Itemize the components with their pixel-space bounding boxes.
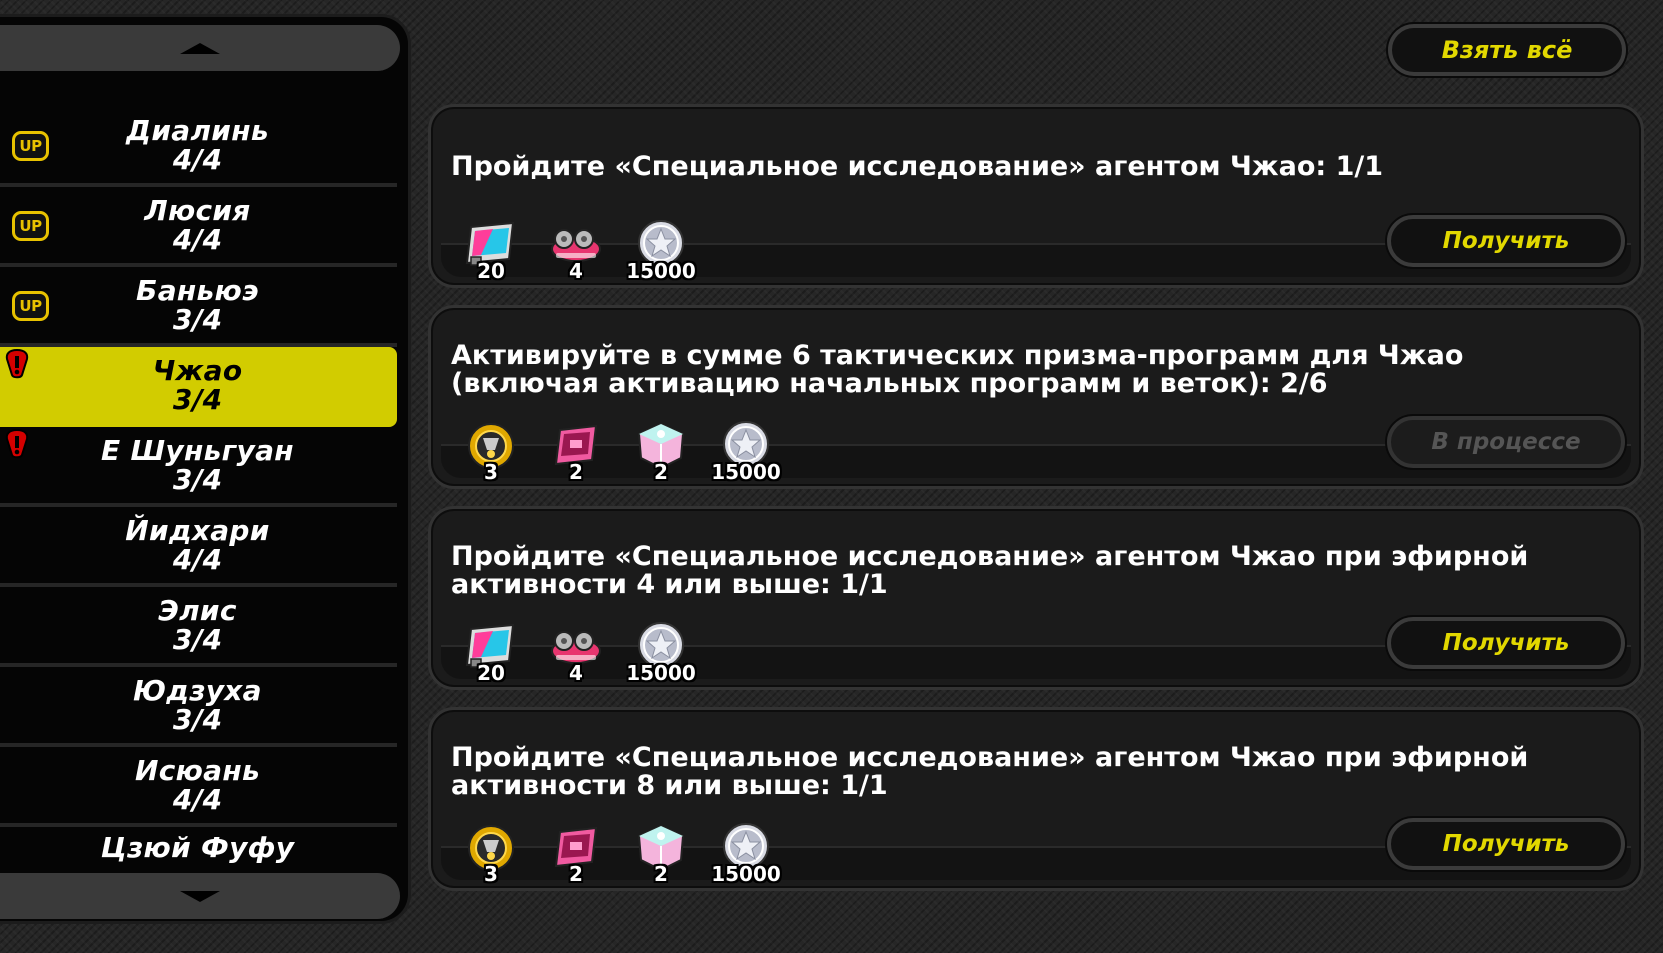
reward-item[interactable]: 20	[453, 219, 538, 283]
scroll-down-button[interactable]	[0, 873, 400, 919]
agent-name: Чжао	[152, 354, 243, 387]
task-list: Пройдите «Специальное исследование» аген…	[428, 104, 1644, 908]
agent-progress: 4/4	[172, 543, 223, 576]
claim-button[interactable]: Получить	[1387, 215, 1625, 267]
agent-item-yidhari[interactable]: Йидхари 4/4	[0, 507, 397, 587]
chevron-down-icon	[180, 890, 220, 902]
reward-item[interactable]: 4	[538, 219, 623, 283]
reward-list: 3 2 2 15000	[453, 420, 793, 484]
in-progress-button: В процессе	[1387, 416, 1625, 468]
reward-quantity: 2	[569, 862, 583, 886]
task-card: Пройдите «Специальное исследование» аген…	[428, 506, 1644, 690]
agent-name: Цзюй Фуфу	[100, 831, 295, 864]
reward-item[interactable]: 3	[453, 420, 538, 484]
reward-quantity: 4	[569, 661, 583, 685]
reward-quantity: 2	[654, 862, 668, 886]
task-description: Пройдите «Специальное исследование» аген…	[451, 151, 1384, 182]
reward-item[interactable]: 2	[623, 822, 708, 886]
task-card: Пройдите «Специальное исследование» аген…	[428, 104, 1644, 288]
agent-name: Юдзуха	[133, 674, 262, 707]
reward-quantity: 15000	[626, 259, 696, 283]
reward-quantity: 2	[654, 460, 668, 484]
claim-button[interactable]: Получить	[1387, 617, 1625, 669]
take-all-button[interactable]: Взять всё	[1388, 24, 1626, 76]
agent-progress: 3/4	[172, 383, 223, 416]
reward-item[interactable]: 3	[453, 822, 538, 886]
task-description: Активируйте в сумме 6 тактических призма…	[451, 340, 1464, 399]
claim-button[interactable]: Получить	[1387, 818, 1625, 870]
agent-list: UP Диалинь 4/4 UP Люсия 4/4 UP Баньюэ 3/4 Ч…	[0, 107, 397, 887]
agent-item-alice[interactable]: Элис 3/4	[0, 587, 397, 667]
reward-list: 3 2 2 15000	[453, 822, 793, 886]
agent-name: Элис	[158, 594, 237, 627]
agent-item-lucia[interactable]: UP Люсия 4/4	[0, 187, 397, 267]
agent-item-yixuan[interactable]: Исюань 4/4	[0, 747, 397, 827]
agent-name: Исюань	[135, 754, 260, 787]
reward-item[interactable]: 20	[453, 621, 538, 685]
agent-item-zhao[interactable]: Чжао 3/4	[0, 347, 397, 427]
agent-item-ye-shunguang[interactable]: Е Шуньгуан 3/4	[0, 427, 397, 507]
reward-item[interactable]: 15000	[623, 219, 708, 283]
reward-quantity: 15000	[626, 661, 696, 685]
agent-name: Баньюэ	[136, 274, 259, 307]
reward-list: 20 4 15000	[453, 621, 708, 685]
agent-name: Диалинь	[126, 114, 269, 147]
agent-name: Е Шуньгуан	[101, 434, 294, 467]
reward-quantity: 20	[477, 661, 505, 685]
reward-quantity: 2	[569, 460, 583, 484]
reward-quantity: 15000	[711, 862, 781, 886]
reward-quantity: 4	[569, 259, 583, 283]
reward-item[interactable]: 2	[538, 822, 623, 886]
reward-quantity: 3	[484, 862, 498, 886]
agent-progress: 4/4	[172, 783, 223, 816]
agent-sidebar: UP Диалинь 4/4 UP Люсия 4/4 UP Баньюэ 3/4 Ч…	[0, 14, 411, 924]
task-card: Пройдите «Специальное исследование» аген…	[428, 707, 1644, 891]
reward-item[interactable]: 15000	[623, 621, 708, 685]
reward-item[interactable]: 2	[623, 420, 708, 484]
reward-item[interactable]: 2	[538, 420, 623, 484]
reward-item[interactable]: 4	[538, 621, 623, 685]
agent-progress: 3/4	[172, 463, 223, 496]
task-description: Пройдите «Специальное исследование» аген…	[451, 541, 1529, 600]
agent-name: Люсия	[144, 194, 251, 227]
task-card: Активируйте в сумме 6 тактических призма…	[428, 305, 1644, 489]
agent-progress: 3/4	[172, 303, 223, 336]
agent-progress: 3/4	[172, 703, 223, 736]
agent-item-dialin[interactable]: UP Диалинь 4/4	[0, 107, 397, 187]
reward-item[interactable]: 15000	[708, 420, 793, 484]
reward-quantity: 20	[477, 259, 505, 283]
reward-item[interactable]: 15000	[708, 822, 793, 886]
agent-name: Йидхари	[125, 514, 270, 547]
agent-item-yuzuha[interactable]: Юдзуха 3/4	[0, 667, 397, 747]
agent-item-banyue[interactable]: UP Баньюэ 3/4	[0, 267, 397, 347]
agent-progress: 4/4	[172, 223, 223, 256]
agent-progress: 4/4	[172, 143, 223, 176]
chevron-up-icon	[180, 42, 220, 54]
task-description: Пройдите «Специальное исследование» аген…	[451, 742, 1529, 801]
reward-quantity: 3	[484, 460, 498, 484]
scroll-up-button[interactable]	[0, 25, 400, 71]
agent-progress: 3/4	[172, 623, 223, 656]
reward-list: 20 4 15000	[453, 219, 708, 283]
reward-quantity: 15000	[711, 460, 781, 484]
